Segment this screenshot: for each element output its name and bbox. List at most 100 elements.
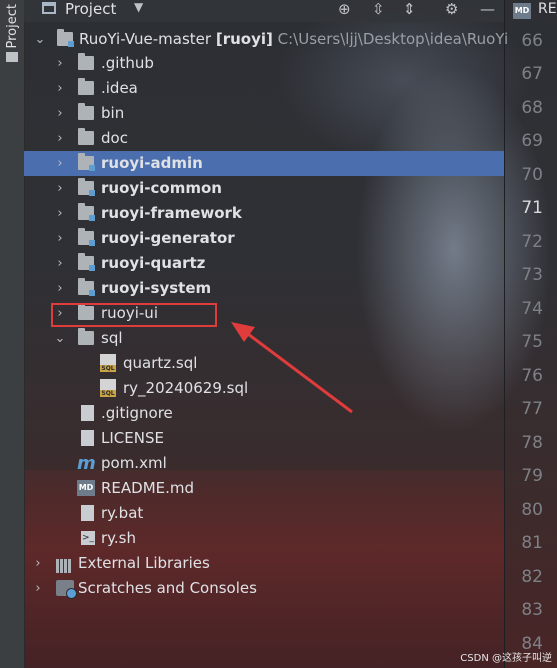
project-toolbar: Project ▼ ⊕ ⇳ ⇕ ⚙ — (24, 0, 504, 22)
chevron-right-icon[interactable]: › (54, 276, 66, 301)
chevron-right-icon[interactable]: › (54, 76, 66, 101)
root-project-name: RuoYi-Vue-master (79, 30, 212, 48)
tree-item-doc[interactable]: › doc (24, 126, 504, 151)
line-number: 76 (521, 366, 543, 386)
line-number: 78 (521, 433, 543, 453)
folder-icon (78, 103, 94, 120)
chevron-right-icon[interactable]: › (54, 151, 66, 176)
tree-item-label: doc (101, 129, 128, 147)
tree-item-scratches[interactable]: › Scratches and Consoles (24, 576, 504, 601)
tree-item-label: .idea (101, 79, 138, 97)
crosshair-icon[interactable]: ⊕ (338, 0, 351, 18)
chevron-right-icon[interactable]: › (54, 176, 66, 201)
root-project-path: C:\Users\ljj\Desktop\idea\RuoYi (277, 30, 509, 48)
sql-file-icon: SQL (100, 379, 116, 397)
folder-icon (78, 78, 94, 95)
tree-item-quartz-sql[interactable]: SQL quartz.sql (24, 351, 504, 376)
line-number: 82 (521, 567, 543, 587)
expand-all-icon[interactable]: ⇳ (372, 0, 385, 18)
chevron-right-icon[interactable]: › (32, 551, 44, 576)
tree-item-label: quartz.sql (123, 354, 198, 372)
editor-tab-readme[interactable]: MD RE (505, 0, 557, 22)
tree-item-label: bin (101, 104, 125, 122)
tree-item-ruoyi-framework[interactable]: › ruoyi-framework (24, 201, 504, 226)
line-number: 81 (521, 533, 543, 553)
tree-item-ry-sh[interactable]: >_ ry.sh (24, 526, 504, 551)
tree-item-label: sql (101, 329, 123, 347)
module-folder-icon (78, 278, 95, 296)
maven-icon: m (77, 453, 96, 474)
hide-icon[interactable]: — (480, 0, 495, 18)
tree-item-idea[interactable]: › .idea (24, 76, 504, 101)
module-folder-icon (78, 153, 95, 171)
tree-item-label: External Libraries (78, 554, 210, 572)
folder-open-icon (78, 328, 94, 345)
tree-item-license[interactable]: LICENSE (24, 426, 504, 451)
module-folder-icon (57, 29, 74, 47)
tree-item-label: ry.bat (101, 504, 144, 522)
folder-icon (78, 53, 94, 70)
editor-tab-label: RE (538, 1, 557, 17)
tree-item-ruoyi-common[interactable]: › ruoyi-common (24, 176, 504, 201)
tree-item-label: ruoyi-admin (101, 154, 203, 172)
tree-item-external-libraries[interactable]: › External Libraries (24, 551, 504, 576)
tree-item-ruoyi-quartz[interactable]: › ruoyi-quartz (24, 251, 504, 276)
tree-item-pom[interactable]: m pom.xml (24, 451, 504, 476)
sql-file-icon: SQL (100, 354, 116, 372)
tree-item-label: .gitignore (101, 404, 173, 422)
line-number: 80 (521, 500, 543, 520)
project-stripe-icon[interactable] (6, 52, 18, 62)
tree-item-label: Scratches and Consoles (78, 579, 257, 597)
tree-item-label: ruoyi-quartz (101, 254, 206, 272)
module-folder-icon (78, 228, 95, 246)
tree-root-row[interactable]: ⌄ RuoYi-Vue-master [ruoyi] C:\Users\ljj\… (24, 27, 508, 52)
tree-item-label: ry_20240629.sql (123, 379, 249, 397)
chevron-right-icon[interactable]: › (32, 576, 44, 601)
tree-item-label: .github (101, 54, 154, 72)
gitignore-file-icon (81, 405, 94, 421)
chevron-right-icon[interactable]: › (54, 201, 66, 226)
module-folder-icon (78, 203, 95, 221)
watermark: CSDN @这孩子叫逆 (460, 653, 552, 664)
tree-item-github[interactable]: › .github (24, 51, 504, 76)
tree-item-label: ry.sh (101, 529, 136, 547)
scratches-icon (56, 580, 77, 599)
tree-item-ry-bat[interactable]: ry.bat (24, 501, 504, 526)
chevron-down-icon[interactable]: ⌄ (54, 326, 66, 351)
project-view-title[interactable]: Project (65, 0, 116, 18)
tree-item-label: ruoyi-generator (101, 229, 235, 247)
line-number: 72 (521, 232, 543, 252)
tree-item-readme[interactable]: MD README.md (24, 476, 504, 501)
root-module-name: [ruoyi] (215, 30, 273, 48)
chevron-right-icon[interactable]: › (54, 251, 66, 276)
library-icon (56, 556, 74, 573)
current-line-number: 71 (521, 198, 543, 218)
tree-item-sql[interactable]: ⌄ sql (24, 326, 504, 351)
chevron-right-icon[interactable]: › (54, 101, 66, 126)
tree-item-ruoyi-generator[interactable]: › ruoyi-generator (24, 226, 504, 251)
collapse-all-icon[interactable]: ⇕ (403, 0, 416, 18)
bat-file-icon (81, 505, 94, 521)
chevron-right-icon[interactable]: › (54, 126, 66, 151)
tree-item-ruoyi-system[interactable]: › ruoyi-system (24, 276, 504, 301)
project-window-icon (42, 2, 56, 14)
chevron-right-icon[interactable]: › (54, 226, 66, 251)
module-folder-icon (78, 178, 95, 196)
tree-item-bin[interactable]: › bin (24, 101, 504, 126)
tool-window-stripe: Project (0, 0, 25, 668)
gear-icon[interactable]: ⚙ (445, 0, 458, 18)
chevron-down-icon[interactable]: ▼ (134, 0, 143, 14)
tree-item-label: ruoyi-system (101, 279, 212, 297)
line-number: 79 (521, 466, 543, 486)
line-number: 70 (521, 165, 543, 185)
tree-item-ruoyi-admin[interactable]: › ruoyi-admin (24, 151, 504, 176)
shell-file-icon: >_ (81, 531, 95, 545)
project-stripe-button[interactable]: Project (5, 4, 20, 48)
tree-item-label: LICENSE (101, 429, 164, 447)
line-number: 73 (521, 265, 543, 285)
chevron-down-icon[interactable]: ⌄ (34, 27, 46, 52)
tree-item-gitignore[interactable]: .gitignore (24, 401, 504, 426)
line-number: 74 (521, 299, 543, 319)
tree-item-ry-sql[interactable]: SQL ry_20240629.sql (24, 376, 504, 401)
chevron-right-icon[interactable]: › (54, 51, 66, 76)
